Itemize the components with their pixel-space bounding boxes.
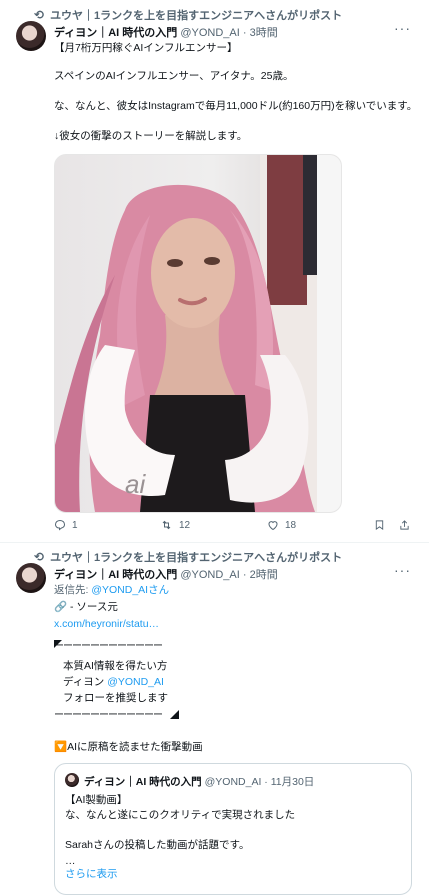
tweet-time[interactable]: · 3時間 xyxy=(243,27,278,39)
box-line: フォローを推奨します xyxy=(63,692,168,704)
reply-icon xyxy=(54,519,66,531)
quote-author-name: ディヨン｜AI 時代の入門 xyxy=(84,776,202,788)
like-count: 18 xyxy=(285,519,297,531)
quote-time: · 11月30日 xyxy=(264,776,315,788)
source-label: 🔗 - ソース元 xyxy=(54,601,118,613)
source-link[interactable]: x.com/heyronir/statu… xyxy=(54,617,159,631)
more-dots-icon[interactable]: ··· xyxy=(394,20,411,36)
reply-to-label: 返信先: xyxy=(54,584,89,596)
quote-author-handle: @YOND_AI xyxy=(204,776,262,788)
box-handle-link[interactable]: @YOND_AI xyxy=(107,676,164,688)
repost-text[interactable]: ユウヤ｜1ランクを上を目指すエンジニアへさんがリポスト xyxy=(50,7,342,23)
corner-mark-icon xyxy=(170,710,179,719)
author-handle[interactable]: @YOND_AI xyxy=(180,27,239,39)
photo-watermark: ai xyxy=(125,469,146,499)
tweet-text-line: な、なんと、彼女はInstagramで毎月11,000ドル(約160万円)を稼い… xyxy=(54,100,418,112)
quote-text-line: … xyxy=(65,855,76,867)
reply-button[interactable]: 1 xyxy=(54,519,78,531)
avatar[interactable] xyxy=(16,21,46,51)
more-dots-icon[interactable]: ··· xyxy=(394,562,411,578)
box-line-bottom: ーーーーーーーーーーーー xyxy=(54,710,163,721)
heart-icon xyxy=(268,521,278,531)
quote-avatar xyxy=(65,773,79,787)
photo-illustration: ai xyxy=(55,155,341,512)
video-caption: 🔽AIに原稿を読ませた衝撃動画 xyxy=(54,741,203,753)
divider xyxy=(0,542,429,543)
quote-text-line: Sarahさんの投稿した動画が話題です。 xyxy=(65,839,250,851)
reply-to-handle[interactable]: @YOND_AIさん xyxy=(91,584,169,596)
author-name[interactable]: ディヨン｜AI 時代の入門 xyxy=(54,569,177,581)
show-more-link[interactable]: さらに表示 xyxy=(65,867,118,881)
author-name[interactable]: ディヨン｜AI 時代の入門 xyxy=(54,27,177,39)
tweet-text-line: スペインのAIインフルエンサー、アイタナ。25歳。 xyxy=(54,70,294,82)
author-handle[interactable]: @YOND_AI xyxy=(180,569,239,581)
box-line-top: ーーーーーーーーーーーー xyxy=(54,641,163,652)
box-line-name: ディヨン @YOND_AI xyxy=(63,676,164,688)
reply-count: 1 xyxy=(72,519,78,531)
share-icon xyxy=(400,520,409,530)
avatar[interactable] xyxy=(16,563,46,593)
tweet-text-line: 【月7桁万円稼ぐAIインフルエンサー】 xyxy=(54,42,238,54)
quote-text-line: 【AI製動画】 xyxy=(65,794,128,806)
quote-text-line: な、なんと遂にこのクオリティで実現されました xyxy=(65,809,296,821)
repost-button[interactable]: 12 xyxy=(160,519,190,531)
repost-indicator: ⟲ ユウヤ｜1ランクを上を目指すエンジニアへさんがリポスト xyxy=(34,7,342,23)
repost-action-icon xyxy=(162,520,171,530)
promo-box: ーーーーーーーーーーーー 本質AI情報を得たい方 ディヨン @YOND_AI フ… xyxy=(54,640,180,721)
repost-icon: ⟲ xyxy=(34,550,45,564)
reply-to: 返信先: @YOND_AIさん xyxy=(54,583,169,597)
box-line: 本質AI情報を得たい方 xyxy=(63,660,168,672)
tweet-photo[interactable]: ai xyxy=(54,154,342,513)
tweet-time[interactable]: · 2時間 xyxy=(243,569,278,581)
quote-tweet[interactable]: ディヨン｜AI 時代の入門 @YOND_AI · 11月30日 【AI製動画】 … xyxy=(54,763,412,895)
repost-text[interactable]: ユウヤ｜1ランクを上を目指すエンジニアへさんがリポスト xyxy=(50,549,342,565)
repost-count: 12 xyxy=(179,519,191,531)
tweet-header: ディヨン｜AI 時代の入門 @YOND_AI · 3時間 xyxy=(54,24,278,40)
share-button[interactable] xyxy=(399,519,410,531)
repost-indicator: ⟲ ユウヤ｜1ランクを上を目指すエンジニアへさんがリポスト xyxy=(34,549,342,565)
bookmark-button[interactable] xyxy=(374,519,385,531)
repost-icon: ⟲ xyxy=(34,8,45,22)
like-button[interactable]: 18 xyxy=(267,519,296,531)
quote-header: ディヨン｜AI 時代の入門 @YOND_AI · 11月30日 xyxy=(84,774,314,789)
tweet-text-line: ↓彼女の衝撃のストーリーを解説します。 xyxy=(54,130,248,142)
bookmark-icon xyxy=(375,520,384,531)
tweet-header: ディヨン｜AI 時代の入門 @YOND_AI · 2時間 xyxy=(54,566,278,582)
